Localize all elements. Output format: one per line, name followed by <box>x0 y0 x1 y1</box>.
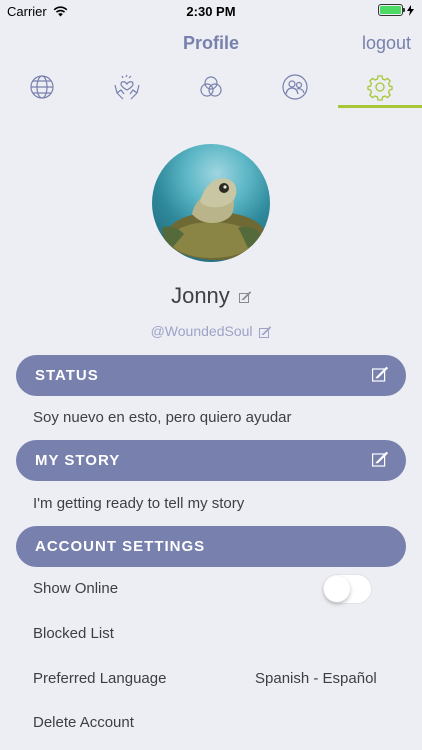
sea-turtle-photo <box>162 178 266 260</box>
tab-friends[interactable] <box>253 66 337 108</box>
show-online-toggle[interactable] <box>322 574 372 604</box>
story-text: I'm getting ready to tell my story <box>33 495 245 512</box>
status-bar: Carrier 2:30 PM <box>0 0 422 22</box>
heart-hands-icon <box>114 74 140 100</box>
friends-icon <box>282 74 309 100</box>
logout-button[interactable]: logout <box>362 33 411 54</box>
tab-bar <box>0 66 422 108</box>
toggle-knob <box>324 576 350 602</box>
preferred-language-label[interactable]: Preferred Language <box>33 670 166 687</box>
status-section-title: STATUS <box>35 367 99 384</box>
profile-name-row: Jonny <box>0 283 422 309</box>
account-settings-title: ACCOUNT SETTINGS <box>35 538 206 555</box>
tab-circles[interactable] <box>169 66 253 108</box>
account-settings-header: ACCOUNT SETTINGS <box>16 526 406 567</box>
tab-settings[interactable] <box>337 66 422 108</box>
circles-icon <box>200 76 222 97</box>
tab-globe[interactable] <box>0 66 84 108</box>
gear-icon <box>367 75 393 101</box>
preferred-language-value[interactable]: Spanish - Español <box>255 670 377 687</box>
edit-story-icon[interactable] <box>372 451 388 467</box>
globe-icon <box>30 75 54 99</box>
profile-name: Jonny <box>171 283 230 308</box>
avatar[interactable] <box>152 144 270 262</box>
status-text: Soy nuevo en esto, pero quiero ayudar <box>33 409 292 426</box>
clock: 2:30 PM <box>186 4 236 19</box>
story-section-title: MY STORY <box>35 452 121 469</box>
edit-status-icon[interactable] <box>372 366 388 382</box>
show-online-label: Show Online <box>33 580 119 597</box>
charging-icon <box>407 4 414 16</box>
edit-handle-icon[interactable] <box>259 326 272 339</box>
edit-name-icon[interactable] <box>238 291 251 304</box>
status-section-header: STATUS <box>16 355 406 396</box>
profile-handle: @WoundedSoul <box>150 323 253 339</box>
page-title: Profile <box>182 33 239 53</box>
story-section-header: MY STORY <box>16 440 406 481</box>
blocked-list-item[interactable]: Blocked List <box>33 625 114 642</box>
tab-support[interactable] <box>84 66 168 108</box>
battery-icon <box>378 4 405 16</box>
delete-account-item[interactable]: Delete Account <box>33 714 134 731</box>
navigation-bar: Profile logout <box>0 22 422 66</box>
profile-handle-row: @WoundedSoul <box>0 323 422 339</box>
